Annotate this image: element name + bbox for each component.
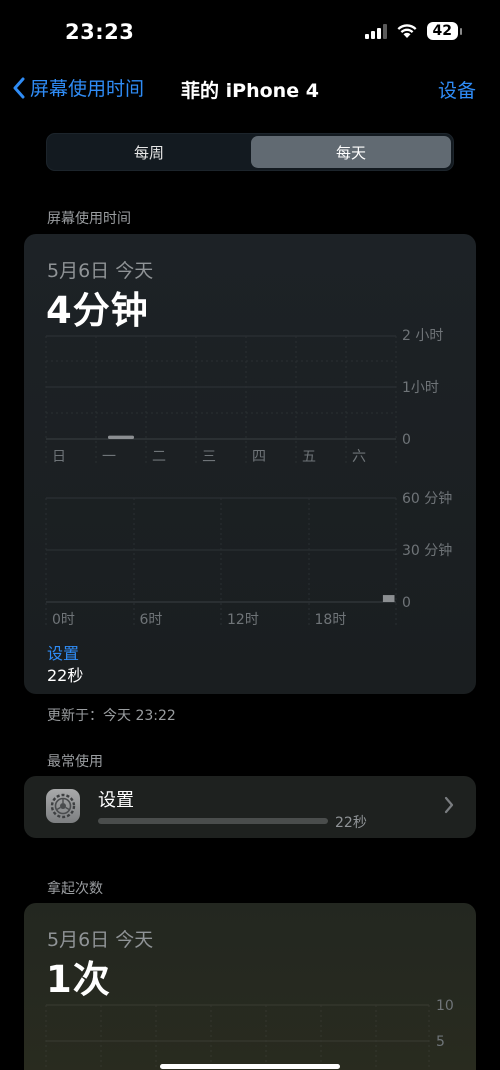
hourly-ylabel-top: 60 分钟 — [402, 490, 452, 507]
weekly-day-label: 一 — [102, 449, 116, 465]
devices-button-label: 设备 — [437, 80, 476, 102]
status-time: 23:23 — [65, 20, 135, 44]
battery-indicator: 42 — [426, 22, 463, 40]
pickups-card[interactable]: 5月6日 今天 1次 10 5 — [24, 903, 476, 1070]
weekly-chart-grid — [45, 335, 397, 464]
chevron-right-icon — [444, 796, 454, 814]
back-button-label: 屏幕使用时间 — [30, 78, 145, 100]
back-button[interactable]: 屏幕使用时间 — [12, 74, 144, 101]
pickups-chart: 10 5 — [45, 998, 454, 1070]
home-indicator[interactable] — [160, 1064, 340, 1069]
hourly-bars — [382, 595, 395, 602]
weekly-day-label: 二 — [152, 449, 166, 465]
weekly-day-label: 六 — [352, 449, 366, 465]
weekly-ylabel-mid: 1小时 — [402, 380, 439, 396]
segment-daily[interactable]: 每天 — [251, 136, 451, 168]
weekly-day-label: 三 — [202, 449, 216, 465]
weekly-bars — [108, 435, 134, 439]
screen-time-card[interactable]: 5月6日 今天 4分钟 2 小时 1小时 0 日 一 二 三 四 五 六 60 … — [24, 234, 476, 694]
cellular-signal-icon — [364, 23, 387, 39]
weekly-day-label: 日 — [52, 449, 66, 465]
weekly-bar-1 — [108, 435, 134, 439]
most-used-app-time: 22秒 — [335, 815, 367, 831]
top-app-link[interactable]: 设置 — [47, 640, 79, 664]
hourly-bar-23 — [382, 595, 395, 602]
top-app-time: 22秒 — [47, 666, 84, 685]
period-segmented-control: 每周 每天 — [46, 133, 454, 171]
weekly-day-label: 五 — [302, 449, 316, 465]
chevron-left-icon — [13, 77, 25, 98]
most-used-app-name: 设置 — [98, 790, 134, 811]
hourly-tick-label: 18时 — [315, 612, 347, 628]
devices-button[interactable]: 设备 — [438, 76, 476, 103]
wifi-icon — [397, 24, 417, 38]
weekly-ylabel-zero: 0 — [402, 432, 411, 448]
hourly-chart-grid — [45, 497, 397, 626]
updated-timestamp: 更新于：今天 23:22 — [47, 708, 176, 724]
most-used-row[interactable]: 设置 22秒 — [24, 776, 476, 838]
weekly-day-label: 四 — [252, 449, 266, 465]
status-icons: 42 — [364, 22, 463, 40]
most-used-section-label: 最常使用 — [47, 754, 103, 770]
pickups-ylabel-top: 10 — [436, 998, 454, 1014]
settings-gear-icon — [46, 789, 80, 823]
hourly-tick-label: 0时 — [52, 612, 75, 628]
segment-weekly[interactable]: 每周 — [49, 136, 249, 168]
screen-time-section-label: 屏幕使用时间 — [47, 211, 131, 227]
hourly-ylabel-mid: 30 分钟 — [402, 542, 452, 559]
pickups-section-label: 拿起次数 — [47, 881, 103, 897]
most-used-usage-bar — [98, 818, 328, 824]
screen-time-screen: 23:23 42 菲的 iPhone 4 屏幕使用时间 设备 每周 每天 屏幕使… — [0, 0, 500, 1070]
hourly-tick-labels: 0时 6时 12时 18时 — [52, 612, 346, 628]
hourly-tick-label: 12时 — [227, 612, 259, 628]
hourly-ylabel-zero: 0 — [402, 595, 411, 611]
weekly-ylabel-top: 2 小时 — [402, 328, 443, 344]
weekly-day-labels: 日一二三四五六 — [52, 449, 366, 465]
usage-charts: 2 小时 1小时 0 日 一 二 三 四 五 六 60 分钟 30 分钟 0 0时 6时 12时… — [45, 328, 452, 628]
pickups-ylabel-mid: 5 — [436, 1034, 445, 1050]
hourly-tick-label: 6时 — [140, 612, 163, 628]
